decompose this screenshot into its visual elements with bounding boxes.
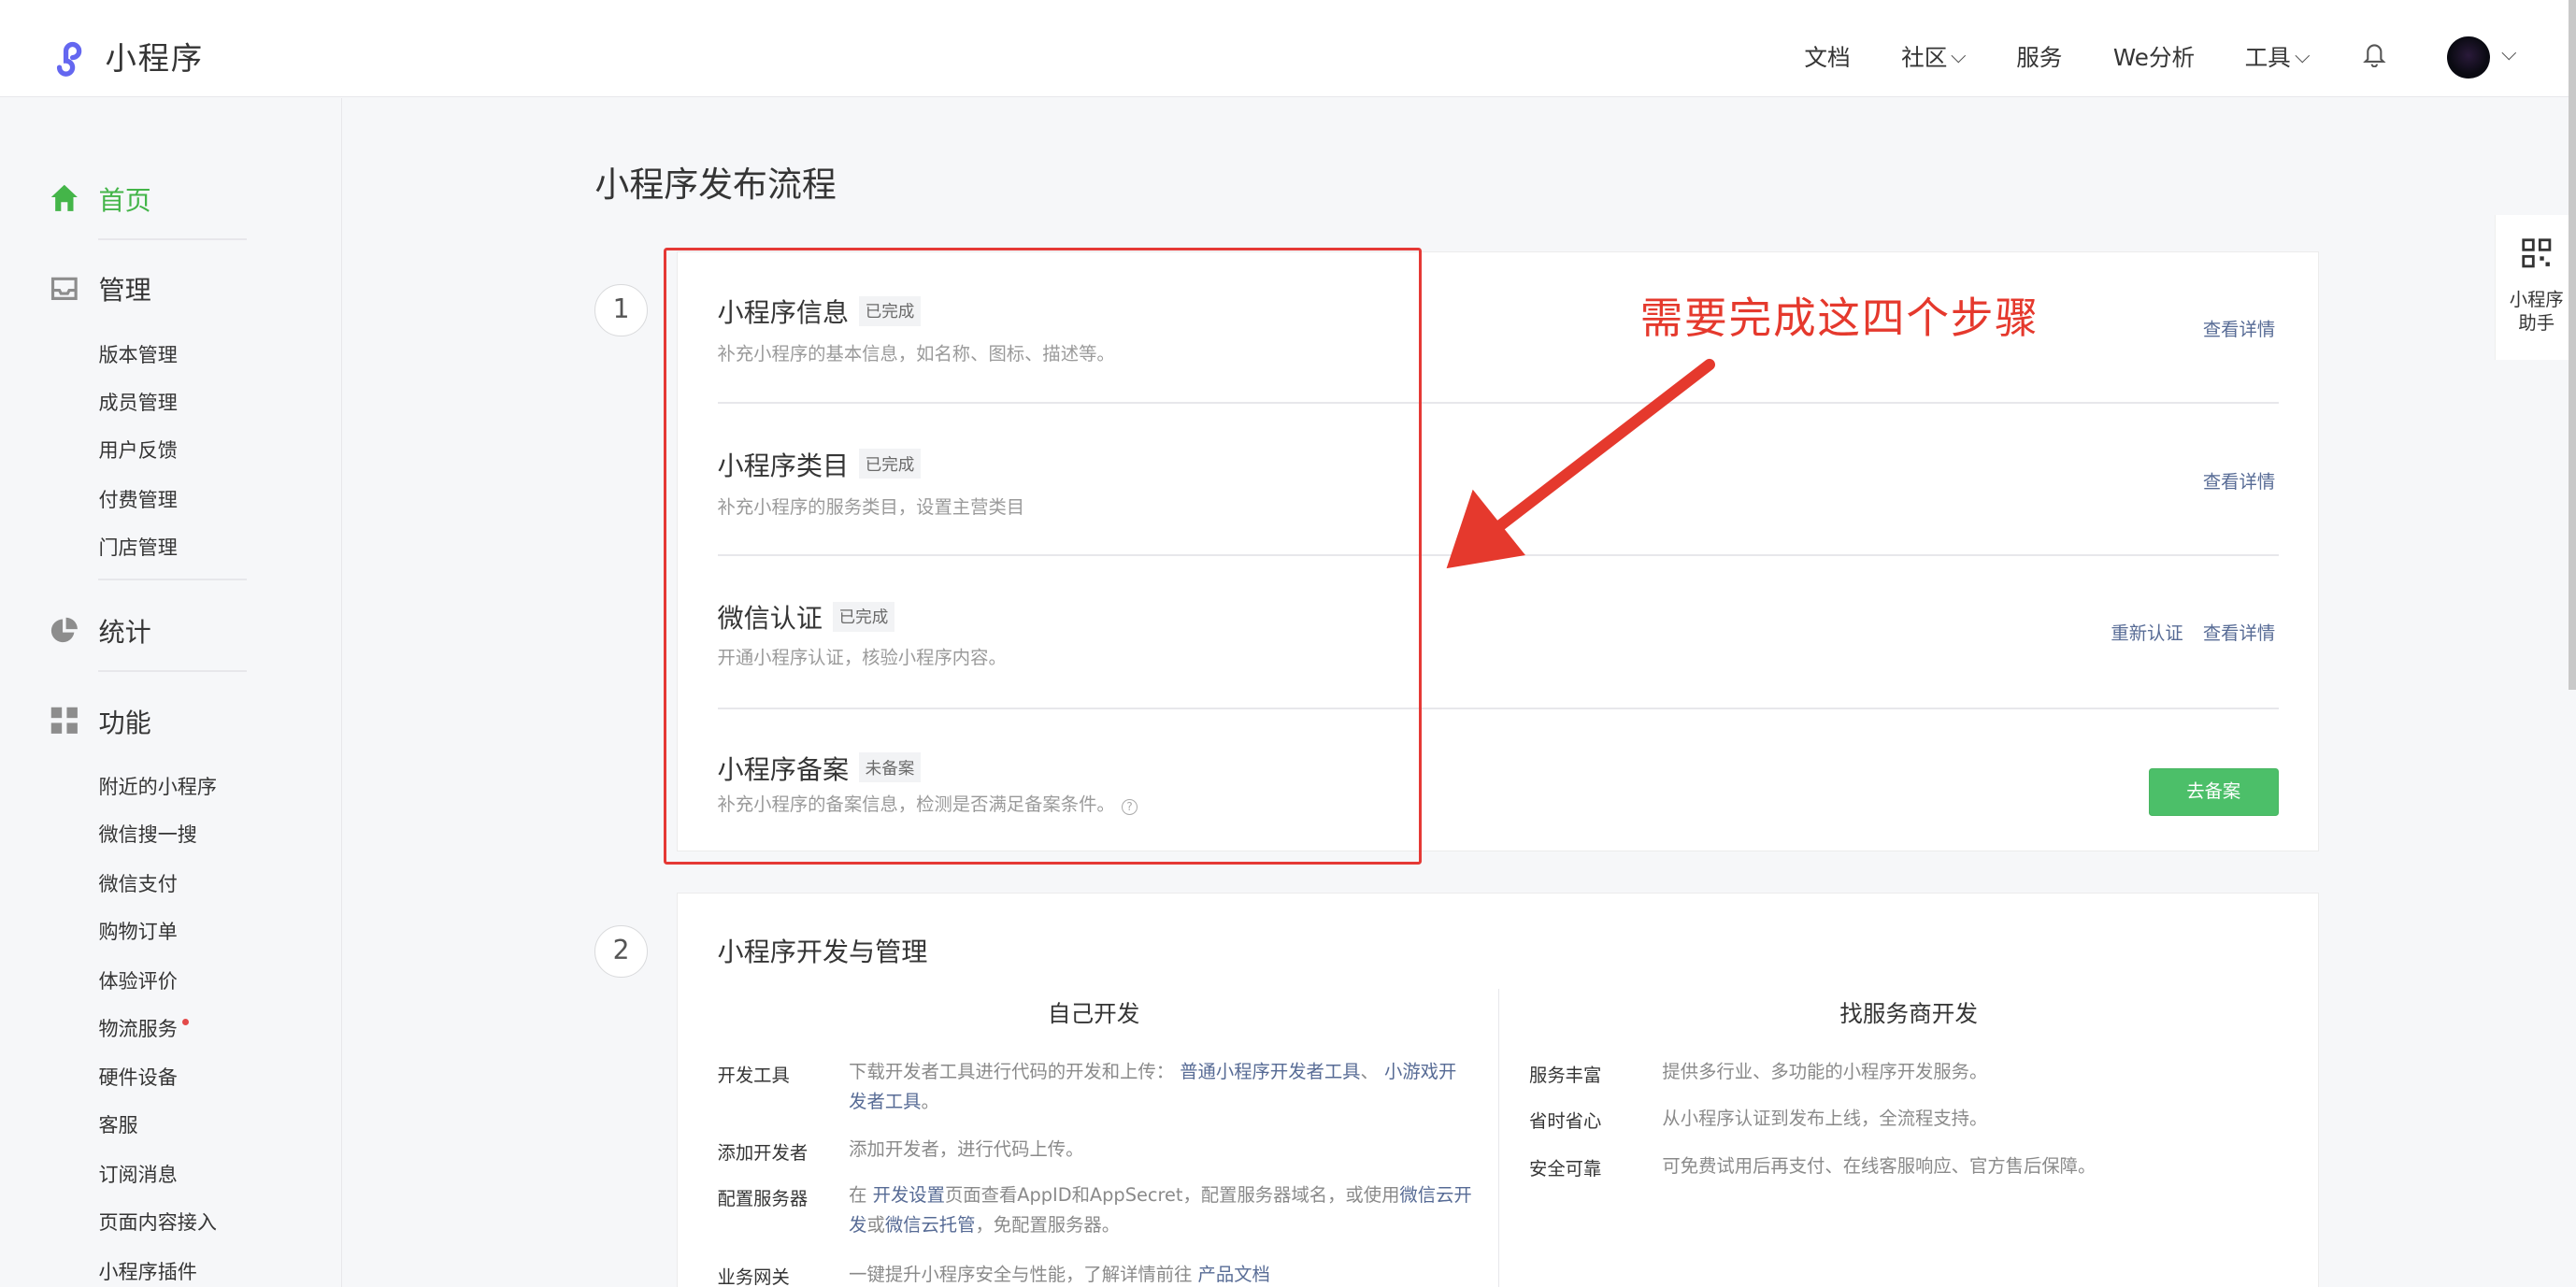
item-label: 安全可靠 — [1529, 1158, 1602, 1180]
section-title: 小程序开发与管理 — [717, 937, 928, 968]
sidebar-item-features[interactable]: 功能 — [50, 702, 151, 740]
nav-tools[interactable]: 工具 — [2244, 39, 2310, 73]
item-label: 省时省心 — [1529, 1110, 1602, 1133]
sidebar-item-content-access[interactable]: 页面内容接入 — [98, 1208, 216, 1236]
sidebar-item-label: 首页 — [98, 184, 151, 216]
item-text-part: 。 — [921, 1091, 939, 1113]
mini-program-helper[interactable]: 小程序 助手 — [2494, 215, 2576, 360]
bell-icon[interactable] — [2363, 41, 2386, 68]
inbox-icon — [50, 277, 78, 300]
sidebar-item-label: 管理 — [98, 275, 151, 307]
sidebar-item-payment-mgmt[interactable]: 付费管理 — [98, 485, 177, 513]
item-label: 业务网关 — [717, 1266, 790, 1287]
item-text: 提供多行业、多功能的小程序开发服务。 — [1662, 1061, 1988, 1083]
item-text-part: 一键提升小程序安全与性能，了解详情前往 — [849, 1263, 1198, 1285]
view-details-link[interactable]: 查看详情 — [2203, 467, 2275, 493]
page-title: 小程序发布流程 — [594, 164, 837, 206]
nav-we-analytics[interactable]: We分析 — [2113, 39, 2195, 73]
sidebar-item-label: 物流服务 — [98, 1016, 178, 1040]
step-card-develop: 小程序开发与管理 自己开发 找服务商开发 开发工具 下载开发者工具进行代码的开发… — [677, 892, 2319, 1287]
mini-program-logo-icon — [56, 41, 81, 77]
item-label: 添加开发者 — [717, 1141, 809, 1164]
item-text: 一键提升小程序安全与性能，了解详情前往 产品文档 — [849, 1260, 1473, 1287]
scrollbar[interactable] — [2568, 0, 2576, 691]
nav-tools-label: 工具 — [2244, 44, 2291, 72]
dev-settings-link[interactable]: 开发设置 — [873, 1184, 945, 1206]
app-title: 小程序 — [105, 40, 204, 78]
dev-tool-link[interactable]: 普通小程序开发者工具 — [1180, 1061, 1360, 1082]
sidebar-item-version[interactable]: 版本管理 — [98, 340, 177, 368]
logo[interactable]: 小程序 — [50, 33, 204, 79]
chevron-down-icon — [2295, 49, 2310, 64]
divider — [98, 237, 247, 240]
sidebar-item-reviews[interactable]: 体验评价 — [98, 966, 177, 994]
annotation-arrow-icon — [1446, 359, 1715, 569]
nav-docs[interactable]: 文档 — [1804, 39, 1850, 73]
provider-dev-heading: 找服务商开发 — [1839, 999, 1978, 1027]
item-text: 可免费试用后再支付、在线客服响应、官方售后保障。 — [1662, 1154, 2097, 1177]
annotation-text: 需要完成这四个步骤 — [1639, 293, 2039, 344]
divider — [98, 670, 247, 673]
step-number: 1 — [594, 284, 648, 337]
step-number: 2 — [594, 924, 648, 979]
sidebar-item-logistics[interactable]: 物流服务 — [98, 1014, 190, 1042]
annotation-highlight-box — [664, 248, 1422, 865]
sidebar-item-members[interactable]: 成员管理 — [98, 388, 177, 416]
sidebar-item-subscribe[interactable]: 订阅消息 — [98, 1160, 177, 1188]
view-details-link[interactable]: 查看详情 — [2203, 315, 2275, 341]
sidebar-item-manage[interactable]: 管理 — [50, 269, 151, 307]
item-text: 下载开发者工具进行代码的开发和上传： 普通小程序开发者工具、 小游戏开发者工具。 — [849, 1057, 1473, 1116]
product-docs-link[interactable]: 产品文档 — [1198, 1264, 1270, 1285]
item-text-part: 下载开发者工具进行代码的开发和上传： — [849, 1061, 1175, 1083]
self-dev-heading: 自己开发 — [1047, 999, 1140, 1027]
sidebar-item-orders[interactable]: 购物订单 — [98, 917, 177, 945]
sidebar-item-customer-service[interactable]: 客服 — [98, 1110, 137, 1138]
column-divider — [1497, 988, 1500, 1287]
nav-community-label: 社区 — [1901, 44, 1948, 72]
sidebar-item-label: 功能 — [98, 707, 151, 738]
helper-label-line1: 小程序 — [2509, 289, 2564, 311]
qr-code-icon — [2522, 238, 2552, 268]
divider — [98, 578, 247, 580]
helper-label: 小程序 助手 — [2496, 289, 2576, 335]
chevron-down-icon[interactable] — [2502, 45, 2517, 60]
top-bar: 小程序 文档 社区 服务 We分析 工具 — [0, 0, 2576, 97]
sidebar-item-hardware[interactable]: 硬件设备 — [98, 1063, 177, 1091]
item-text-part: 在 — [849, 1184, 873, 1207]
item-text-part: 或 — [866, 1213, 885, 1236]
avatar[interactable] — [2446, 36, 2490, 79]
view-details-link[interactable]: 查看详情 — [2203, 619, 2275, 645]
grid-icon — [50, 708, 78, 735]
sidebar-item-nearby[interactable]: 附近的小程序 — [98, 772, 216, 800]
pie-chart-icon — [50, 617, 78, 642]
home-icon — [50, 185, 78, 212]
nav-services[interactable]: 服务 — [2016, 39, 2062, 73]
item-text-part: 页面查看AppID和AppSecret，配置服务器域名，或使用 — [944, 1184, 1400, 1207]
item-label: 开发工具 — [717, 1064, 790, 1086]
sidebar-item-plugins[interactable]: 小程序插件 — [98, 1257, 196, 1285]
item-text: 从小程序认证到发布上线，全流程支持。 — [1662, 1107, 1988, 1129]
reverify-link[interactable]: 重新认证 — [2111, 619, 2182, 645]
item-text-part: 、 — [1360, 1061, 1379, 1083]
helper-label-line2: 助手 — [2518, 312, 2555, 335]
sidebar-item-home[interactable]: 首页 — [50, 179, 151, 218]
item-label: 配置服务器 — [717, 1187, 809, 1209]
sidebar-item-feedback[interactable]: 用户反馈 — [98, 436, 177, 464]
sidebar-item-stats[interactable]: 统计 — [50, 611, 151, 650]
item-text-part: ，免配置服务器。 — [975, 1213, 1121, 1236]
register-filing-button[interactable]: 去备案 — [2148, 768, 2279, 816]
item-label: 服务丰富 — [1529, 1064, 1602, 1086]
new-dot — [182, 1019, 190, 1026]
item-text: 添加开发者，进行代码上传。 — [849, 1138, 1084, 1161]
sidebar-item-stores[interactable]: 门店管理 — [98, 533, 177, 561]
chevron-down-icon — [1952, 49, 1967, 64]
sidebar-item-wechat-pay[interactable]: 微信支付 — [98, 869, 177, 897]
sidebar: 首页 管理 版本管理 成员管理 用户反馈 付费管理 门店管理 统计 功能 附近的… — [0, 98, 342, 1287]
nav-community[interactable]: 社区 — [1901, 39, 1967, 73]
item-text: 在 开发设置页面查看AppID和AppSecret，配置服务器域名，或使用微信云… — [849, 1180, 1473, 1239]
sidebar-item-label: 统计 — [98, 617, 151, 648]
cloud-hosting-link[interactable]: 微信云托管 — [885, 1214, 976, 1236]
sidebar-item-search[interactable]: 微信搜一搜 — [98, 820, 196, 848]
